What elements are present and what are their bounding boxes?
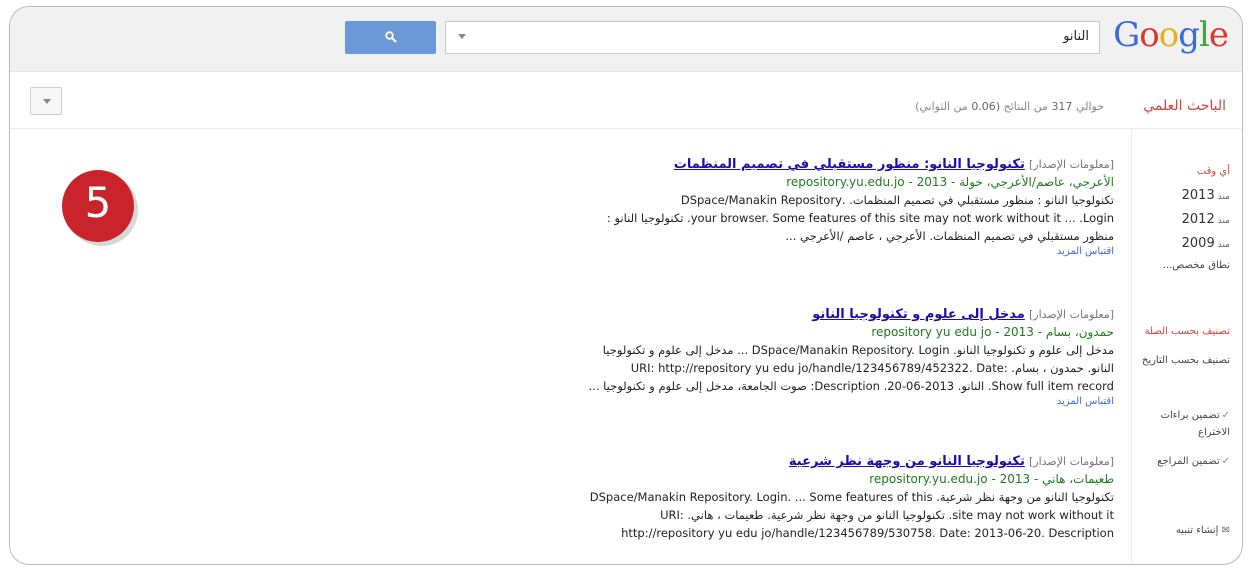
since-2013-filter[interactable]: منذ2013 bbox=[1182, 188, 1230, 203]
result-snippet: مدخل إلى علوم و تكنولوجيا النانو. DSpace… bbox=[588, 343, 1114, 393]
sort-by-date[interactable]: تصنيف بحسب التاريخ bbox=[1142, 355, 1230, 366]
result-source: الأعرجي، عاصم/الأعرجي، خولة - 2013 - rep… bbox=[786, 175, 1114, 189]
result-title-link[interactable]: تكنولوجيا النانو: منظور مستقبلي في تصميم… bbox=[674, 157, 1025, 172]
top-bar: Google النانو bbox=[10, 7, 1242, 72]
custom-range-link[interactable]: نطاق مخصص... bbox=[1163, 260, 1230, 271]
result-actions[interactable]: اقتباس المزيد bbox=[494, 396, 1114, 407]
result-title: [معلومات الإصدار] مدخل إلى علوم و تكنولو… bbox=[812, 307, 1114, 322]
result-source: حمدون، بسام - 2013 - repository yu edu j… bbox=[871, 325, 1114, 339]
search-icon bbox=[385, 31, 397, 43]
result-item: [معلومات الإصدار] مدخل إلى علوم و تكنولو… bbox=[494, 307, 1114, 407]
since-2012-filter[interactable]: منذ2012 bbox=[1182, 212, 1230, 227]
result-source: طعيمات، هاني - 2013 - repository.yu.edu.… bbox=[869, 472, 1114, 486]
google-logo[interactable]: Google bbox=[1113, 15, 1229, 55]
search-dropdown-icon[interactable] bbox=[458, 34, 466, 39]
result-snippet: تكنولوجيا النانو من وجهة نظر شرعية. DSpa… bbox=[589, 490, 1114, 540]
filter-sidebar: أي وقت منذ2013 منذ2012 منذ2009 نطاق مخصص… bbox=[1132, 129, 1242, 564]
result-title: [معلومات الإصدار] تكنولوجيا النانو: منظو… bbox=[673, 157, 1114, 172]
result-title-link[interactable]: مدخل إلى علوم و تكنولوجيا النانو bbox=[812, 307, 1025, 322]
result-title: [معلومات الإصدار] تكنولوجيا النانو من وج… bbox=[788, 454, 1114, 469]
search-input[interactable]: النانو bbox=[445, 21, 1100, 54]
results-stats: حوالي 317 من النتائج (0.06 من الثواني) bbox=[915, 100, 1104, 113]
checkmark-icon: ✓ bbox=[1221, 410, 1230, 421]
envelope-icon: ✉ bbox=[1221, 525, 1230, 536]
search-button[interactable] bbox=[345, 21, 436, 54]
result-item: [معلومات الإصدار] تكنولوجيا النانو من وج… bbox=[494, 454, 1114, 542]
sidebar-divider bbox=[1131, 129, 1132, 564]
checkmark-icon: ✓ bbox=[1221, 456, 1230, 467]
include-patents-checkbox[interactable]: ✓تضمين براءات الاختراع bbox=[1140, 407, 1230, 441]
step-number-badge: 5 bbox=[62, 170, 134, 242]
result-item: [معلومات الإصدار] تكنولوجيا النانو: منظو… bbox=[494, 157, 1114, 257]
chevron-down-icon bbox=[43, 99, 51, 104]
since-2009-filter[interactable]: منذ2009 bbox=[1182, 236, 1230, 251]
result-actions[interactable]: اقتباس المزيد bbox=[494, 246, 1114, 257]
scholar-label[interactable]: الباحث العلمي bbox=[1143, 98, 1226, 114]
result-snippet: تكنولوجيا النانو : منظور مستقبلي في تصمي… bbox=[606, 193, 1114, 243]
result-title-link[interactable]: تكنولوجيا النانو من وجهة نظر شرعية bbox=[789, 454, 1025, 469]
sort-by-relevance[interactable]: تصنيف بحسب الصلة bbox=[1145, 326, 1230, 337]
settings-dropdown-button[interactable] bbox=[30, 87, 62, 115]
create-alert-link[interactable]: ✉ إنشاء تنبيه bbox=[1176, 525, 1230, 536]
include-citations-checkbox[interactable]: ✓تضمين المراجع bbox=[1157, 453, 1230, 470]
search-query: النانو bbox=[1063, 29, 1089, 44]
browser-frame: Google النانو الباحث العلمي حوالي 317 من… bbox=[9, 6, 1243, 565]
any-time-filter[interactable]: أي وقت bbox=[1197, 166, 1230, 177]
results-header: الباحث العلمي حوالي 317 من النتائج (0.06… bbox=[10, 72, 1242, 129]
